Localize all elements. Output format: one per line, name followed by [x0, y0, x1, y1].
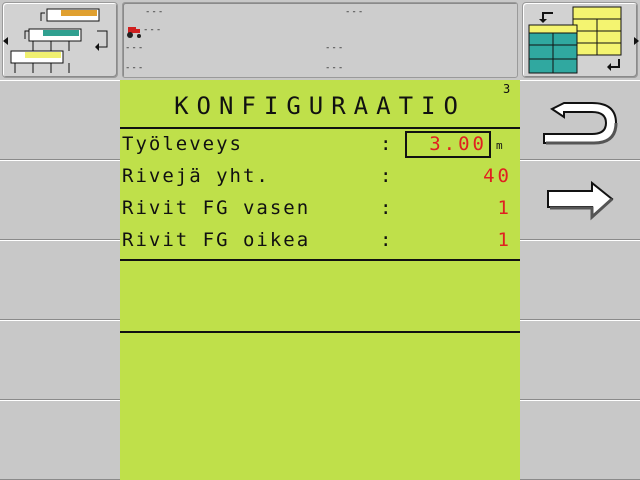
softkey-right-4[interactable] [520, 320, 640, 400]
page-number: 3 [503, 82, 511, 96]
softkey-left-1[interactable] [0, 80, 120, 160]
status-line-3: --- [143, 25, 163, 35]
field-colon: : [380, 133, 392, 155]
softkey-left-4[interactable] [0, 320, 120, 400]
back-button[interactable] [520, 80, 640, 160]
status-line-4: --- [125, 43, 145, 53]
field-colon: : [380, 229, 392, 251]
rows-total-value: 40 [483, 165, 512, 187]
return-arrow-icon [543, 102, 618, 145]
softkey-right-5[interactable] [520, 400, 640, 480]
rows-fg-right-value: 1 [497, 229, 512, 251]
status-line-6: --- [125, 63, 145, 73]
working-width-value: 3.00 [429, 133, 487, 155]
status-panel: --- --- --- --- --- --- --- [122, 2, 518, 78]
softkey-right-3[interactable] [520, 240, 640, 320]
rows-fg-left-value: 1 [497, 197, 512, 219]
status-line-7: --- [325, 63, 345, 73]
page-title: KONFIGURAATIO [174, 92, 466, 120]
next-button[interactable] [520, 160, 640, 240]
softkey-left-3[interactable] [0, 240, 120, 320]
section-control-icon [3, 8, 108, 73]
field-label-rows-fg-left: Rivit FG vasen [122, 197, 311, 219]
status-line-5: --- [325, 43, 345, 53]
softkey-left-2[interactable] [0, 160, 120, 240]
layout-switch-button[interactable] [522, 2, 639, 78]
field-label-rows-fg-right: Rivit FG oikea [122, 229, 311, 251]
section-divider [120, 331, 520, 333]
field-label-rows-total: Rivejä yht. [122, 165, 270, 187]
field-colon: : [380, 197, 392, 219]
field-colon: : [380, 165, 392, 187]
title-divider [120, 127, 520, 129]
forward-arrow-icon [547, 180, 614, 221]
field-label-working-width: Työleveys [122, 133, 243, 155]
section-control-button[interactable] [2, 2, 118, 78]
tractor-icon [127, 27, 141, 38]
softkey-left-5[interactable] [0, 400, 120, 480]
status-line-1: --- [145, 7, 165, 17]
layout-switch-icon [528, 6, 639, 74]
working-width-unit: m [496, 139, 503, 152]
section-divider [120, 259, 520, 261]
status-line-2: --- [345, 7, 365, 17]
